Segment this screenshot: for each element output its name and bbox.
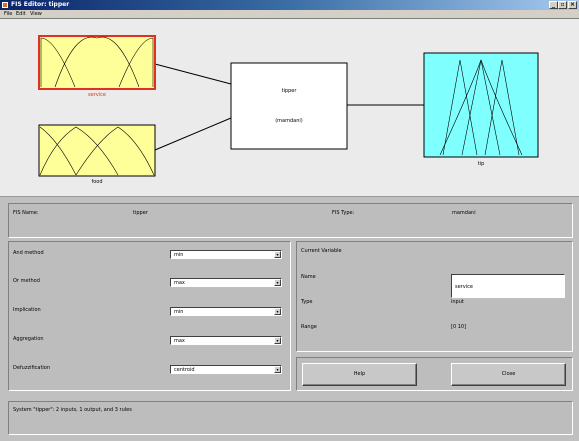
maximize-button[interactable]: ▫ <box>558 1 567 9</box>
matlab-app-icon <box>2 2 8 8</box>
defuzzification-label: Defuzzification <box>13 365 51 371</box>
and-method-value: min <box>174 252 184 258</box>
menu-view[interactable]: View <box>30 11 42 18</box>
implication-select[interactable]: min ▾ <box>170 307 282 316</box>
close-button[interactable]: Close <box>451 363 566 386</box>
menu-bar: File Edit View <box>0 10 579 19</box>
fis-name-value: tipper <box>133 210 148 216</box>
service-connector-line <box>154 63 232 85</box>
defuzzification-value: centroid <box>174 367 195 373</box>
variable-name-input[interactable]: service <box>451 274 565 298</box>
variable-range-label: Range <box>301 324 317 330</box>
fis-name-label: FIS Name: <box>13 210 39 216</box>
aggregation-label: Aggregation <box>13 336 44 342</box>
current-variable-heading: Current Variable <box>301 248 342 254</box>
output-tip-label: tip <box>478 161 485 167</box>
aggregation-value: max <box>174 338 185 344</box>
chevron-down-icon: ▾ <box>274 366 281 373</box>
system-name: tipper <box>282 88 298 94</box>
food-connector-line <box>154 117 232 151</box>
or-method-select[interactable]: max ▾ <box>170 278 282 287</box>
methods-panel: And method min ▾ Or method max ▾ Implica… <box>8 241 291 391</box>
or-method-value: max <box>174 280 185 286</box>
variable-type-value: input <box>451 299 464 305</box>
input-service-block[interactable] <box>38 35 156 90</box>
fis-diagram-canvas: service food tipper (mamdani) tip <box>0 19 579 197</box>
minimize-button[interactable]: _ <box>549 1 558 9</box>
input-food-label: food <box>91 179 102 185</box>
status-text: System "tipper": 2 inputs, 1 output, and… <box>13 407 132 413</box>
input-service-label: service <box>88 92 106 98</box>
and-method-select[interactable]: min ▾ <box>170 250 282 259</box>
close-window-button[interactable]: × <box>568 1 577 9</box>
variable-type-label: Type <box>301 299 313 305</box>
fis-diagram-svg: service food tipper (mamdani) tip <box>38 35 539 185</box>
fis-info-panel: FIS Name: tipper FIS Type: mamdani <box>8 203 573 238</box>
title-bar: FIS Editor: tipper _ ▫ × <box>0 0 579 10</box>
system-type: (mamdani) <box>275 118 303 124</box>
system-block[interactable] <box>230 62 348 150</box>
variable-name-label: Name <box>301 274 316 280</box>
output-tip-block[interactable] <box>423 52 539 158</box>
current-variable-panel: Current Variable Name service Type input… <box>296 241 573 352</box>
menu-file[interactable]: File <box>4 11 12 18</box>
chevron-down-icon: ▾ <box>274 251 281 258</box>
variable-name-value: service <box>455 284 473 290</box>
input-food-block[interactable] <box>38 124 156 177</box>
defuzzification-select[interactable]: centroid ▾ <box>170 365 282 374</box>
buttons-panel: Help Close <box>296 357 573 391</box>
status-panel: System "tipper": 2 inputs, 1 output, and… <box>8 401 573 435</box>
fis-type-label: FIS Type: <box>332 210 355 216</box>
aggregation-select[interactable]: max ▾ <box>170 336 282 345</box>
menu-edit[interactable]: Edit <box>16 11 26 18</box>
help-button[interactable]: Help <box>302 363 417 386</box>
implication-label: Implication <box>13 307 41 313</box>
chevron-down-icon: ▾ <box>274 308 281 315</box>
chevron-down-icon: ▾ <box>274 279 281 286</box>
and-method-label: And method <box>13 250 44 256</box>
or-method-label: Or method <box>13 278 40 284</box>
window-title: FIS Editor: tipper <box>11 1 70 8</box>
chevron-down-icon: ▾ <box>274 337 281 344</box>
implication-value: min <box>174 309 184 315</box>
variable-range-value: [0 10] <box>451 324 467 330</box>
fis-type-value: mamdani <box>452 210 476 216</box>
